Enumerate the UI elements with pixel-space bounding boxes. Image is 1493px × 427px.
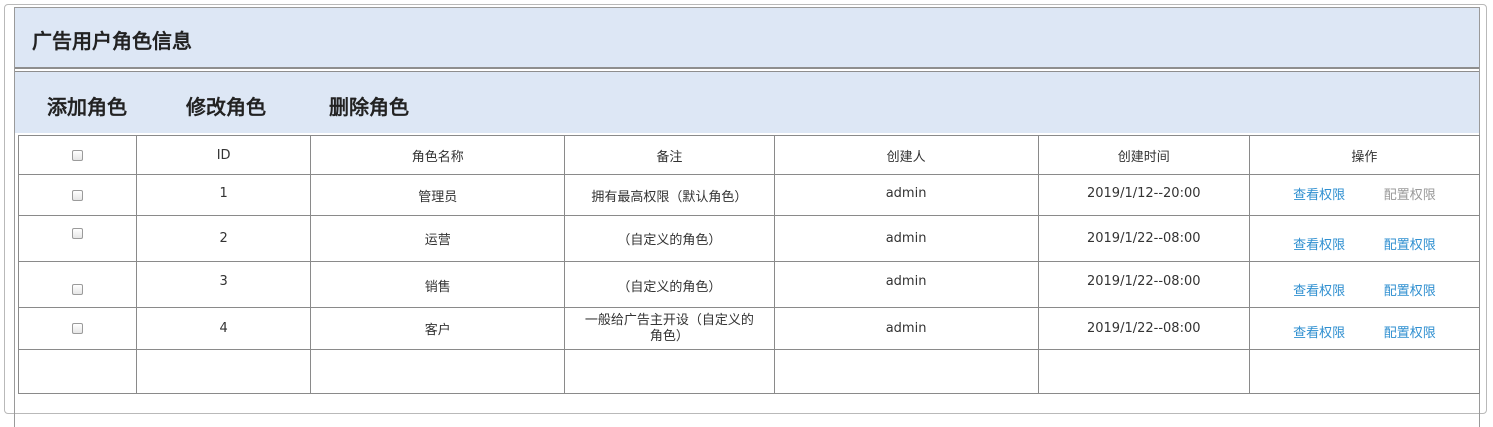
cell-note: （自定义的角色） <box>564 261 775 308</box>
config-permission-link[interactable]: 配置权限 <box>1384 322 1436 341</box>
row-checkbox[interactable] <box>72 323 84 334</box>
toolbar: 添加角色 修改角色 删除角色 <box>15 71 1479 133</box>
config-permission-link[interactable]: 配置权限 <box>1384 234 1436 253</box>
empty-cell <box>564 349 775 394</box>
row-checkbox[interactable] <box>72 228 84 239</box>
cell-actions: 查看权限 配置权限 <box>1248 215 1481 262</box>
table-header-row: ID 角色名称 备注 创建人 创建时间 操作 <box>17 135 1481 175</box>
cell-role-name: 客户 <box>310 307 566 350</box>
cell-actions: 查看权限 配置权限 <box>1248 307 1481 350</box>
delete-role-button[interactable]: 删除角色 <box>329 94 409 120</box>
row-select-cell <box>17 215 138 262</box>
table-row: 2 运营 （自定义的角色） admin 2019/1/22--08:00 查看权… <box>17 215 1481 262</box>
select-all-cell <box>17 135 138 175</box>
config-permission-link[interactable]: 配置权限 <box>1384 184 1436 203</box>
title-bar: 广告用户角色信息 <box>15 7 1479 69</box>
cell-role-name: 运营 <box>310 215 566 262</box>
cell-note: 一般给广告主开设（自定义的角色） <box>564 307 775 350</box>
table-row: 4 客户 一般给广告主开设（自定义的角色） admin 2019/1/22--0… <box>17 307 1481 350</box>
column-header-id: ID <box>136 135 312 175</box>
cell-actions: 查看权限 配置权限 <box>1248 174 1481 216</box>
add-role-button[interactable]: 添加角色 <box>47 94 127 120</box>
row-select-cell <box>17 261 138 308</box>
cell-id: 1 <box>136 174 312 216</box>
row-checkbox[interactable] <box>72 190 84 201</box>
empty-cell <box>136 349 312 394</box>
view-permission-link[interactable]: 查看权限 <box>1293 322 1345 341</box>
cell-creator: admin <box>773 174 1039 216</box>
cell-note: （自定义的角色） <box>564 215 775 262</box>
cell-created-time: 2019/1/22--08:00 <box>1037 307 1250 350</box>
row-select-cell <box>17 174 138 216</box>
cell-actions: 查看权限 配置权限 <box>1248 261 1481 308</box>
cell-creator: admin <box>773 261 1039 308</box>
page-title: 广告用户角色信息 <box>32 29 192 53</box>
empty-cell <box>773 349 1039 394</box>
role-panel-inner: 广告用户角色信息 添加角色 修改角色 删除角色 ID 角色名称 备注 创建人 创… <box>14 7 1481 427</box>
config-permission-link[interactable]: 配置权限 <box>1384 280 1436 299</box>
view-permission-link[interactable]: 查看权限 <box>1293 280 1345 299</box>
table-row: 1 管理员 拥有最高权限（默认角色） admin 2019/1/12--20:0… <box>17 174 1481 216</box>
edit-role-button[interactable]: 修改角色 <box>186 94 266 120</box>
cell-created-time: 2019/1/22--08:00 <box>1037 261 1250 308</box>
table-row: 3 销售 （自定义的角色） admin 2019/1/22--08:00 查看权… <box>17 261 1481 308</box>
cell-creator: admin <box>773 215 1039 262</box>
view-permission-link[interactable]: 查看权限 <box>1293 184 1345 203</box>
empty-cell <box>310 349 566 394</box>
cell-role-name: 管理员 <box>310 174 566 216</box>
empty-cell <box>1037 349 1250 394</box>
cell-created-time: 2019/1/22--08:00 <box>1037 215 1250 262</box>
column-header-role-name: 角色名称 <box>310 135 566 175</box>
view-permission-link[interactable]: 查看权限 <box>1293 234 1345 253</box>
cell-created-time: 2019/1/12--20:00 <box>1037 174 1250 216</box>
row-select-cell <box>17 307 138 350</box>
cell-note: 拥有最高权限（默认角色） <box>564 174 775 216</box>
cell-id: 3 <box>136 261 312 308</box>
row-checkbox[interactable] <box>72 284 84 295</box>
column-header-actions: 操作 <box>1248 135 1481 175</box>
table-row-empty <box>17 349 1481 394</box>
column-header-created-time: 创建时间 <box>1037 135 1250 175</box>
empty-cell <box>1248 349 1481 394</box>
cell-creator: admin <box>773 307 1039 350</box>
role-table: ID 角色名称 备注 创建人 创建时间 操作 1 管理员 拥有最高权限（默认角色… <box>17 135 1481 394</box>
cell-role-name: 销售 <box>310 261 566 308</box>
role-panel: 广告用户角色信息 添加角色 修改角色 删除角色 ID 角色名称 备注 创建人 创… <box>4 4 1487 427</box>
select-all-checkbox[interactable] <box>72 149 84 161</box>
cell-id: 4 <box>136 307 312 350</box>
column-header-note: 备注 <box>564 135 775 175</box>
empty-cell <box>17 349 138 394</box>
column-header-creator: 创建人 <box>773 135 1039 175</box>
cell-id: 2 <box>136 215 312 262</box>
